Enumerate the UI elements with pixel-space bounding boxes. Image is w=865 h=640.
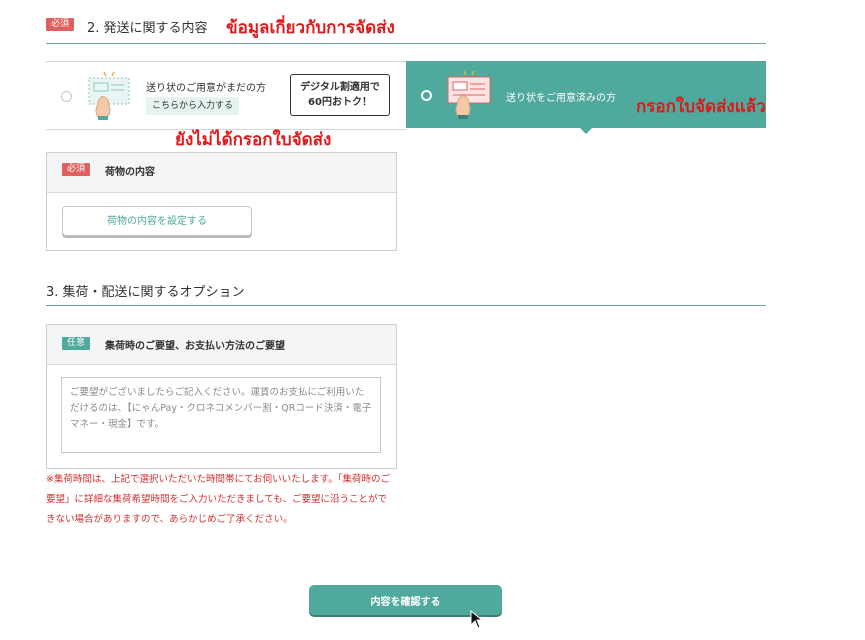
annotation-waybill-not-filled: ยังไม่ได้กรอกใบจัดส่ง	[175, 130, 332, 150]
package-contents-title: 荷物の内容	[105, 167, 155, 178]
section-2-divider	[46, 43, 766, 44]
promo-line-2: 60円おトク！	[308, 97, 372, 108]
mouse-cursor-icon	[470, 610, 484, 629]
pickup-request-header: 任意 集荷時のご要望、お支払い方法のご要望	[47, 325, 396, 365]
section-3-divider	[46, 305, 766, 306]
selected-indicator	[580, 128, 592, 134]
pickup-request-textarea[interactable]: ご要望がございましたらご記入ください。運賃のお支払にご利用いただけるのは、【にゃ…	[61, 377, 381, 453]
option-waybill-ready-label: 送り状をご用意済みの方	[506, 93, 616, 104]
section-3-title: 3. 集荷・配送に関するオプション	[46, 285, 245, 300]
annotation-shipping-info: ข้อมูลเกี่ยวกับการจัดส่ง	[226, 18, 395, 38]
package-contents-box: 必須 荷物の内容 荷物の内容を設定する	[46, 152, 397, 251]
radio-waybill-ready[interactable]	[421, 90, 432, 101]
enter-here-link[interactable]: こちらから入力する	[146, 97, 240, 115]
set-package-contents-button[interactable]: 荷物の内容を設定する	[62, 206, 252, 236]
annotation-waybill-filled: กรอกใบจัดส่งแล้ว	[636, 97, 766, 117]
waybill-hand-icon	[88, 71, 130, 120]
digital-discount-badge: デジタル割適用で 60円おトク！	[290, 74, 390, 116]
option-no-waybill-label: 送り状のご用意がまだの方	[146, 83, 266, 94]
required-badge: 必須	[46, 18, 75, 31]
package-contents-header: 必須 荷物の内容	[47, 153, 396, 193]
optional-badge: 任意	[62, 337, 91, 350]
pickup-request-box: 任意 集荷時のご要望、お支払い方法のご要望 ご要望がございましたらご記入ください…	[46, 324, 397, 469]
pickup-request-title: 集荷時のご要望、お支払い方法のご要望	[105, 341, 285, 352]
waybill-ready-hand-icon	[447, 70, 491, 119]
section-2-title: 2. 発送に関する内容	[87, 21, 208, 36]
required-badge: 必須	[62, 163, 91, 176]
pickup-time-note: ※集荷時間は、上記で選択いただいた時間帯にてお伺いいたします。「集荷時のご要望」…	[46, 474, 390, 525]
radio-no-waybill[interactable]	[61, 91, 72, 102]
promo-line-1: デジタル割適用で	[300, 82, 380, 93]
